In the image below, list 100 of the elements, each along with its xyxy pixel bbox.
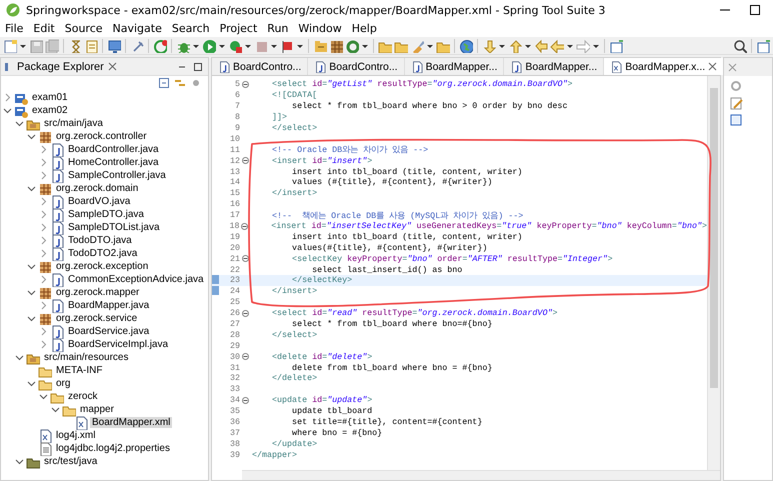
chevron-down-icon[interactable] — [27, 379, 36, 388]
window-title: Springworkspace - exam02/src/main/resources/org/zerock/mapper/BoardMapper.xml - Spring Tool Suite 3 — [26, 4, 606, 16]
menu-item[interactable]: Search — [166, 22, 215, 35]
fold-icon[interactable] — [242, 310, 248, 317]
tree-item[interactable]: log4j.xml — [54, 430, 98, 441]
chevron-right-icon[interactable] — [39, 158, 48, 167]
chevron-right-icon[interactable] — [39, 301, 48, 310]
tree-item[interactable]: SampleDTO.java — [66, 209, 146, 220]
editor-tab[interactable]: BoardContro... — [212, 58, 308, 75]
chevron-right-icon[interactable] — [39, 275, 48, 284]
xml-file-icon — [610, 60, 622, 72]
chevron-down-icon[interactable] — [27, 184, 36, 193]
tree-item[interactable]: TodoDTO2.java — [66, 248, 140, 259]
chevron-down-icon[interactable] — [51, 405, 60, 414]
chevron-right-icon[interactable] — [39, 236, 48, 245]
editor-tab[interactable]: BoardMapper... — [404, 58, 504, 75]
chevron-down-icon[interactable] — [15, 457, 24, 466]
menu-item[interactable]: Navigate — [108, 22, 167, 35]
tree-item[interactable]: BoardService.java — [66, 326, 152, 337]
fold-icon[interactable] — [242, 255, 248, 262]
menu-item[interactable]: Help — [346, 22, 382, 35]
tree-item[interactable]: TodoDTO.java — [66, 235, 134, 246]
chevron-right-icon[interactable] — [39, 340, 48, 349]
maximize-icon[interactable] — [192, 60, 204, 72]
search-icon[interactable] — [733, 38, 747, 52]
document-icon[interactable] — [84, 38, 98, 52]
code-line: select * from tbl_board where bno > 0 order by bno desc — [291, 101, 568, 112]
tree-item[interactable]: CommonExceptionAdvice.java — [66, 274, 206, 285]
chevron-down-icon[interactable] — [27, 288, 36, 297]
vertical-scrollbar[interactable] — [707, 76, 720, 470]
chevron-right-icon[interactable] — [39, 171, 48, 180]
close-icon[interactable] — [708, 62, 718, 71]
chevron-down-icon[interactable] — [27, 314, 36, 323]
folders-icon[interactable] — [313, 38, 327, 52]
tree-item[interactable]: org.zerock.domain — [54, 183, 140, 194]
fold-icon[interactable] — [242, 353, 248, 360]
menu-item[interactable]: Run — [262, 22, 294, 35]
refresh-icon[interactable] — [153, 38, 167, 52]
tree-item[interactable]: src/main/resources — [42, 352, 130, 363]
fold-icon[interactable] — [242, 80, 248, 88]
package-icon — [38, 286, 52, 300]
file-icon[interactable] — [3, 38, 17, 52]
tree-item[interactable]: org — [54, 378, 72, 389]
line-number: 22 — [228, 264, 240, 275]
menu-item[interactable]: Window — [293, 22, 347, 35]
perspective-icon[interactable] — [609, 38, 623, 52]
tree-item[interactable]: org.zerock.mapper — [54, 287, 142, 298]
tree-item[interactable]: exam02 — [30, 105, 70, 116]
tree-item[interactable]: src/test/java — [42, 456, 100, 467]
chevron-down-icon[interactable] — [39, 392, 48, 401]
grid-icon[interactable] — [329, 38, 343, 52]
chevron-down-icon[interactable] — [27, 262, 36, 271]
menu-item[interactable]: Edit — [28, 22, 60, 35]
flag-icon[interactable] — [280, 38, 294, 52]
package-icon — [38, 130, 52, 144]
collapse-all-icon[interactable] — [158, 77, 170, 89]
globe-icon[interactable] — [459, 38, 473, 52]
run-config-icon[interactable] — [228, 38, 242, 52]
tree-item[interactable]: zerock — [66, 391, 100, 402]
tree-item[interactable]: org.zerock.service — [54, 313, 140, 324]
fold-icon[interactable] — [242, 396, 248, 404]
monitor-icon[interactable] — [107, 38, 121, 52]
chevron-down-icon[interactable] — [15, 119, 24, 128]
chevron-right-icon[interactable] — [3, 93, 12, 102]
tree-item[interactable]: src/main/java — [42, 118, 105, 129]
tree-item[interactable]: BoardServiceImpl.java — [66, 339, 170, 350]
chevron-right-icon[interactable] — [39, 145, 48, 154]
tree-item[interactable]: SampleController.java — [66, 170, 168, 181]
tree-item[interactable]: HomeController.java — [66, 157, 161, 168]
tree-item[interactable]: SampleDTOList.java — [66, 222, 162, 233]
code-line: values (#{title}, #{content}, #{writer}) — [291, 177, 492, 188]
menu-item[interactable]: Project — [214, 22, 262, 35]
chevron-right-icon[interactable] — [39, 223, 48, 232]
menu-item[interactable]: Source — [60, 22, 108, 35]
tree-item[interactable]: BoardVO.java — [66, 196, 132, 207]
menu-item[interactable]: File — [0, 22, 28, 35]
chevron-down-icon[interactable] — [27, 132, 36, 141]
chevron-right-icon[interactable] — [39, 249, 48, 258]
tree-item[interactable]: mapper — [78, 404, 116, 415]
chevron-right-icon[interactable] — [39, 327, 48, 336]
editor-tab[interactable]: BoardContro... — [308, 58, 405, 75]
close-icon[interactable] — [108, 62, 117, 71]
tree-item[interactable]: org.zerock.controller — [54, 131, 149, 142]
chevron-right-icon[interactable] — [39, 197, 48, 206]
tree-item[interactable]: META-INF — [54, 365, 104, 376]
code-line: update tbl_board — [291, 406, 372, 416]
tree-item[interactable]: BoardMapper.java — [66, 300, 152, 311]
chevron-down-icon[interactable] — [3, 106, 12, 115]
tree-item[interactable]: BoardController.java — [66, 144, 161, 155]
fold-icon[interactable] — [242, 157, 248, 164]
perspective-icon[interactable] — [756, 38, 770, 52]
horizontal-scrollbar[interactable] — [242, 470, 720, 480]
chevron-right-icon[interactable] — [39, 210, 48, 219]
tree-item[interactable]: log4jdbc.log4j2.properties — [54, 443, 172, 454]
tree-item[interactable]: org.zerock.exception — [54, 261, 150, 272]
tree-item[interactable]: exam01 — [30, 92, 70, 103]
editor-tab[interactable]: BoardMapper.x... — [604, 58, 724, 75]
tree-item[interactable]: BoardMapper.xml — [90, 417, 172, 428]
chevron-down-icon[interactable] — [15, 353, 24, 362]
fold-icon[interactable] — [240, 222, 248, 230]
